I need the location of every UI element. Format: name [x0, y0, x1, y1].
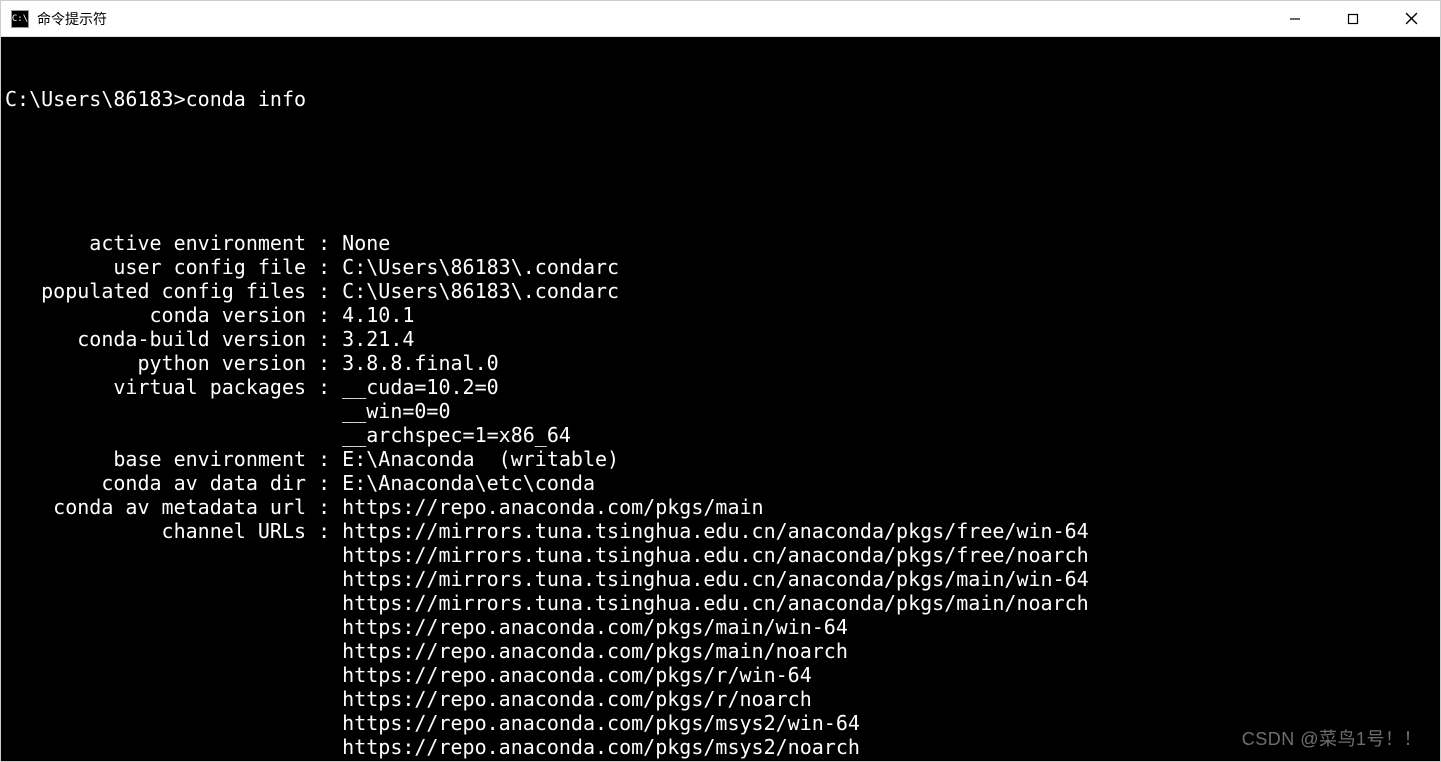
terminal[interactable]: C:\Users\86183>conda info active environ… — [1, 37, 1440, 761]
cmd-icon: C:\ — [11, 10, 29, 28]
info-row: active environment : None — [5, 231, 1436, 255]
window: C:\ 命令提示符 C:\Users\86183>conda info acti… — [0, 0, 1441, 762]
info-row: user config file : C:\Users\86183\.conda… — [5, 255, 1436, 279]
window-controls — [1266, 1, 1440, 36]
info-row: package cache : E:\Anaconda\pkgs — [5, 759, 1436, 761]
prompt-command: conda info — [186, 87, 306, 111]
info-row: conda av metadata url : https://repo.ana… — [5, 495, 1436, 519]
info-row: __win=0=0 — [5, 399, 1436, 423]
info-row: channel URLs : https://mirrors.tuna.tsin… — [5, 519, 1436, 543]
info-row: conda av data dir : E:\Anaconda\etc\cond… — [5, 471, 1436, 495]
info-row: https://repo.anaconda.com/pkgs/main/noar… — [5, 639, 1436, 663]
prompt-path: C:\Users\86183> — [5, 87, 186, 111]
conda-info-output: active environment : None user config fi… — [5, 231, 1436, 761]
minimize-icon — [1289, 13, 1301, 25]
window-title: 命令提示符 — [37, 9, 107, 29]
info-row: https://repo.anaconda.com/pkgs/main/win-… — [5, 615, 1436, 639]
info-row: base environment : E:\Anaconda (writable… — [5, 447, 1436, 471]
close-icon — [1405, 12, 1418, 25]
info-row: https://repo.anaconda.com/pkgs/r/noarch — [5, 687, 1436, 711]
info-row: https://repo.anaconda.com/pkgs/msys2/noa… — [5, 735, 1436, 759]
info-row: https://mirrors.tuna.tsinghua.edu.cn/ana… — [5, 567, 1436, 591]
close-button[interactable] — [1382, 1, 1440, 36]
info-row: __archspec=1=x86_64 — [5, 423, 1436, 447]
minimize-button[interactable] — [1266, 1, 1324, 36]
info-row: virtual packages : __cuda=10.2=0 — [5, 375, 1436, 399]
info-row: conda-build version : 3.21.4 — [5, 327, 1436, 351]
info-row: https://mirrors.tuna.tsinghua.edu.cn/ana… — [5, 591, 1436, 615]
info-row: populated config files : C:\Users\86183\… — [5, 279, 1436, 303]
maximize-icon — [1347, 13, 1359, 25]
prompt-line: C:\Users\86183>conda info — [5, 87, 1436, 111]
maximize-button[interactable] — [1324, 1, 1382, 36]
watermark: CSDN @菜鸟1号！！ — [1242, 727, 1422, 751]
info-row: https://mirrors.tuna.tsinghua.edu.cn/ana… — [5, 543, 1436, 567]
info-row: https://repo.anaconda.com/pkgs/msys2/win… — [5, 711, 1436, 735]
titlebar[interactable]: C:\ 命令提示符 — [1, 1, 1440, 37]
blank-line — [5, 159, 1436, 183]
info-row: conda version : 4.10.1 — [5, 303, 1436, 327]
info-row: https://repo.anaconda.com/pkgs/r/win-64 — [5, 663, 1436, 687]
info-row: python version : 3.8.8.final.0 — [5, 351, 1436, 375]
